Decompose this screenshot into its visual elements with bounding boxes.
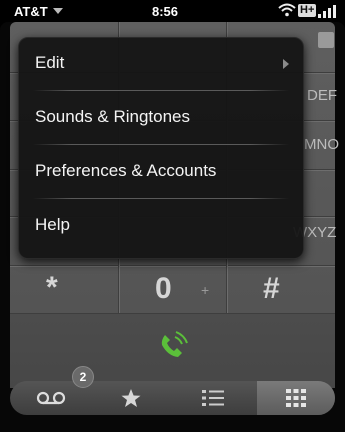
menu-item-label: Preferences & Accounts (35, 161, 217, 180)
key-label: 0 (155, 272, 172, 305)
menu-item-edit[interactable]: Edit (19, 38, 303, 91)
app-menu: Edit Sounds & Ringtones Preferences & Ac… (18, 37, 304, 259)
star-icon (120, 388, 142, 413)
menu-item-sounds-ringtones[interactable]: Sounds & Ringtones (19, 92, 303, 145)
list-icon (202, 389, 224, 412)
voicemail-icon (36, 391, 66, 410)
submenu-arrow-icon (283, 59, 289, 69)
tab-dialpad[interactable] (257, 381, 335, 415)
phone-call-icon (156, 329, 190, 363)
menu-divider (33, 144, 289, 145)
contact-card-icon[interactable] (318, 32, 334, 48)
clock: 8:56 (152, 4, 179, 19)
wifi-icon (278, 3, 296, 20)
key-letters: MNO (304, 136, 339, 153)
key-label: # (263, 272, 280, 305)
menu-item-label: Sounds & Ringtones (35, 107, 190, 126)
network-type-badge: H+ (298, 4, 317, 17)
carrier-dropdown-icon (52, 8, 63, 14)
key-hash[interactable]: # (227, 266, 335, 313)
menu-item-label: Edit (35, 53, 65, 72)
menu-item-help[interactable]: Help (19, 200, 303, 253)
menu-item-preferences-accounts[interactable]: Preferences & Accounts (19, 146, 303, 199)
call-button[interactable] (10, 314, 335, 388)
key-0[interactable]: 0 + (119, 266, 226, 313)
key-sublabel: + (201, 282, 210, 298)
key-label: * (46, 271, 58, 304)
menu-divider (33, 90, 289, 91)
carrier-label: AT&T (14, 4, 63, 19)
menu-divider (33, 198, 289, 199)
tab-favorites[interactable] (92, 381, 170, 415)
key-letters: DEF (307, 87, 337, 104)
voicemail-count-badge: 2 (72, 366, 94, 388)
menu-item-label: Help (35, 215, 70, 234)
tab-call-log[interactable] (174, 381, 252, 415)
signal-strength-icon (318, 5, 342, 18)
bottom-tab-bar (10, 381, 335, 415)
status-bar: AT&T 8:56 H+ (0, 0, 345, 22)
dialpad-icon (286, 389, 306, 412)
key-star[interactable]: * (10, 266, 118, 313)
